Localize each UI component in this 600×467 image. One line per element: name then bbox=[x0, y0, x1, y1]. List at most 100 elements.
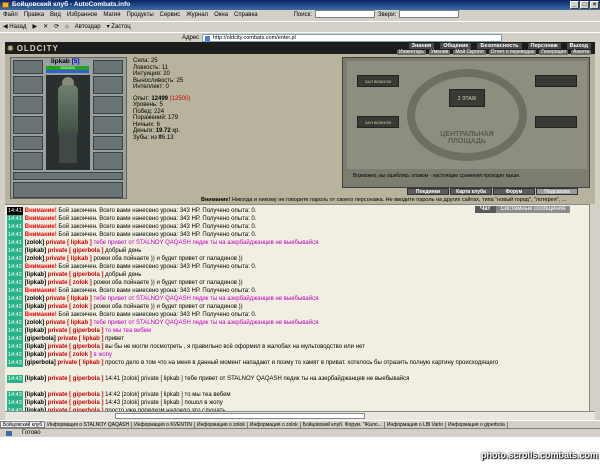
map-button-2[interactable]: Форум bbox=[493, 188, 535, 195]
chat-sender[interactable]: [giperbola] bbox=[25, 360, 56, 366]
map-hall-warriors-2[interactable]: ЗАЛ ВОИНОВ bbox=[357, 116, 399, 128]
search-field[interactable] bbox=[314, 10, 375, 19]
close-button[interactable]: × bbox=[590, 1, 599, 9]
map-button-1[interactable]: Карта клуба bbox=[450, 188, 492, 195]
minimize-button[interactable]: _ bbox=[570, 1, 579, 9]
nav-bottom-item-2[interactable]: Мой Скролл bbox=[453, 50, 486, 55]
equipment-slot[interactable] bbox=[13, 152, 43, 170]
chat-private-to[interactable]: private [ zolok ] bbox=[48, 280, 92, 286]
nav-bottom-item-1[interactable]: Умения bbox=[428, 50, 451, 55]
nav-bottom-item-3[interactable]: Отчет о переводах bbox=[488, 50, 537, 55]
chat-message: 14:41 [zolok] private [ lipkab ] тебе пр… bbox=[103, 376, 410, 382]
menu-item-9[interactable]: Справка bbox=[231, 10, 261, 21]
chat-sender[interactable]: [zolok] bbox=[25, 296, 44, 302]
nav-bottom-item-0[interactable]: Инвентарь bbox=[396, 50, 426, 55]
menu-item-4[interactable]: Магия bbox=[100, 10, 123, 21]
chat-input[interactable] bbox=[115, 413, 365, 419]
chat-sender[interactable]: [lipkab] bbox=[25, 328, 46, 334]
menu-item-5[interactable]: Продукты bbox=[124, 10, 157, 21]
chat-private-to[interactable]: private [ giperbola ] bbox=[48, 392, 104, 398]
chat-tab-0[interactable]: Чат bbox=[475, 206, 496, 213]
menu-item-6[interactable]: Сервис bbox=[157, 10, 184, 21]
map-door-right-1[interactable] bbox=[535, 75, 577, 87]
chat-private-to[interactable]: private [ lipkab ] bbox=[57, 360, 103, 366]
watermark: photo.scrolls.combats.com bbox=[480, 450, 598, 460]
chat-scrollbar[interactable] bbox=[589, 204, 595, 411]
menu-item-2[interactable]: Вид bbox=[47, 10, 64, 21]
map-central-square[interactable]: ЦЕНТРАЛЬНАЯ ПЛОЩАДЬ bbox=[431, 131, 503, 145]
chat-private-to[interactable]: private [ zolok ] bbox=[48, 304, 92, 310]
zveri-field[interactable] bbox=[399, 10, 460, 19]
chat-message: рожки оба пойнаете )) и будет привет от … bbox=[91, 304, 243, 310]
chat-private-to[interactable]: private [ giperbola ] bbox=[48, 328, 104, 334]
taskbar-item-0[interactable]: Бойцовский клуб bbox=[0, 421, 46, 428]
map-button-0[interactable]: Поединки bbox=[407, 188, 449, 195]
chat-private-to[interactable]: private [ giperbola ] bbox=[48, 400, 104, 406]
chat-sender[interactable]: [lipkab] bbox=[25, 392, 46, 398]
chat-private-to[interactable]: private [ zolok ] bbox=[48, 352, 92, 358]
equipment-slot[interactable] bbox=[93, 116, 123, 134]
chat-system-text: Внимание! Бой закончен. Всего вами нанес… bbox=[24, 216, 257, 222]
chat-log[interactable]: 14:41 Внимание! Бой закончен. Всего вами … bbox=[5, 204, 589, 411]
chat-message: рожки оба пойнаете )) и будет привет от … bbox=[91, 256, 243, 262]
chat-sender[interactable]: [zolok] bbox=[25, 256, 44, 262]
map-door-right-2[interactable] bbox=[535, 116, 577, 128]
equipment-slot[interactable] bbox=[13, 60, 43, 74]
chat-private-to[interactable]: private [ giperbola ] bbox=[48, 272, 104, 278]
chat-sender[interactable]: [lipkab] bbox=[25, 352, 46, 358]
chat-sender[interactable]: [lipkab] bbox=[25, 400, 46, 406]
chat-sender[interactable]: [lipkab] bbox=[25, 344, 46, 350]
chat-sender[interactable]: [giperbola] bbox=[25, 336, 56, 342]
chat-message: тебе привет от STALNOY QAQASH педик ты н… bbox=[91, 240, 319, 246]
character-avatar[interactable] bbox=[46, 75, 90, 170]
chat-message: 14:42 [zolok] private [ lipkab ] то мы т… bbox=[103, 392, 231, 398]
equipment-slot[interactable] bbox=[93, 152, 123, 170]
equipment-slot[interactable] bbox=[13, 76, 43, 94]
chat-tab-1[interactable]: Системные сообщения bbox=[495, 206, 571, 213]
chat-message: просто дело в том что на меня в данный м… bbox=[103, 360, 499, 366]
equipment-slot[interactable] bbox=[93, 136, 123, 150]
menu-item-8[interactable]: Окна bbox=[211, 10, 231, 21]
menu-item-0[interactable]: Файл bbox=[0, 10, 21, 21]
nav-bottom-item-4[interactable]: Генерация bbox=[539, 50, 569, 55]
map-note: Возможно, вы ошиблись этажом - настоящие… bbox=[353, 173, 521, 179]
nav-bottom-item-5[interactable]: Анкета bbox=[571, 50, 591, 55]
equipment-slot[interactable] bbox=[13, 172, 123, 180]
equipment-slot[interactable] bbox=[93, 60, 123, 74]
chat-sender[interactable]: [lipkab] bbox=[25, 376, 46, 382]
equipment-slot[interactable] bbox=[13, 116, 43, 134]
equipment-slot[interactable] bbox=[93, 96, 123, 114]
chat-sender[interactable]: [zolok] bbox=[25, 320, 44, 326]
chat-sender[interactable]: [lipkab] bbox=[25, 304, 46, 310]
equipment-slot[interactable] bbox=[13, 136, 43, 150]
chat-line: 14:41 Внимание! Бой закончен. Всего вами … bbox=[7, 215, 256, 223]
maximize-button[interactable]: □ bbox=[580, 1, 589, 9]
chat-timestamp: 14:42 bbox=[7, 279, 23, 287]
map-button-3[interactable]: Подсказка bbox=[536, 188, 578, 195]
chat-private-to[interactable]: private [ giperbola ] bbox=[48, 376, 104, 382]
map-hall-floor2[interactable]: 2 ЭТАЖ bbox=[449, 89, 485, 107]
menu-item-7[interactable]: Журнал bbox=[183, 10, 211, 21]
chat-sender[interactable]: [lipkab] bbox=[25, 272, 46, 278]
chat-private-to[interactable]: private [ giperbola ] bbox=[48, 344, 104, 350]
chat-private-to[interactable]: private [ giperbola ] bbox=[48, 248, 104, 254]
address-input[interactable]: http://oldcity.combats.com/enter.pl bbox=[202, 34, 502, 42]
menu-item-1[interactable]: Правка bbox=[21, 10, 47, 21]
chat-timestamp: 14:42 bbox=[7, 351, 23, 359]
chat-sender[interactable]: [lipkab] bbox=[25, 280, 46, 286]
chat-private-to[interactable]: private [ lipkab ] bbox=[46, 320, 92, 326]
menu-item-3[interactable]: Избранное bbox=[64, 10, 100, 21]
chat-sender[interactable]: [zolok] bbox=[25, 240, 44, 246]
equipment-slot[interactable] bbox=[13, 96, 43, 114]
chat-private-to[interactable]: private [ lipkab ] bbox=[57, 336, 103, 342]
window-tabs: Бойцовский клуб Информация о STALNOY QAQA… bbox=[0, 420, 600, 429]
chat-private-to[interactable]: private [ lipkab ] bbox=[46, 296, 92, 302]
chat-private-to[interactable]: private [ lipkab ] bbox=[46, 240, 92, 246]
chat-private-to[interactable]: private [ lipkab ] bbox=[46, 256, 92, 262]
character-name[interactable]: lipkab [5] bbox=[51, 58, 80, 65]
equipment-slot[interactable] bbox=[93, 76, 123, 94]
map-hall-warriors-1[interactable]: ЗАЛ ВОИНОВ bbox=[357, 75, 399, 87]
equipment-slot[interactable] bbox=[13, 182, 123, 198]
title-bar: Бойцовский клуб - AutoCombats.info _ □ × bbox=[0, 0, 600, 10]
chat-sender[interactable]: [lipkab] bbox=[25, 248, 46, 254]
